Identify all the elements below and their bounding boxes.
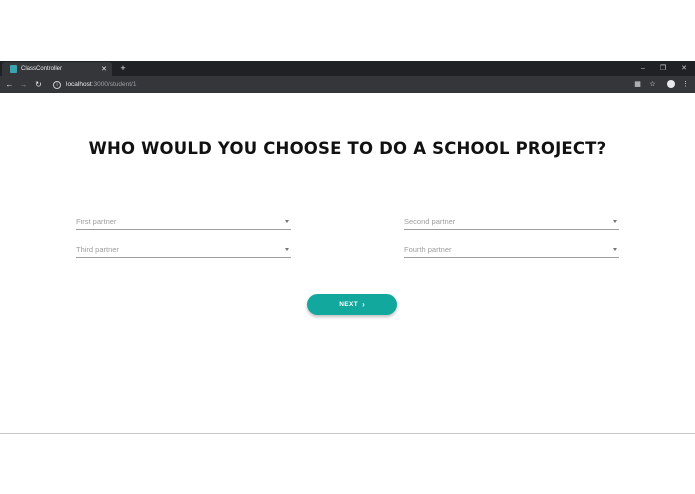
back-arrow-icon[interactable]: ← bbox=[3, 78, 16, 91]
dropdown-arrow-icon bbox=[613, 220, 617, 223]
second-partner-placeholder: Second partner bbox=[404, 217, 456, 226]
next-button[interactable]: NEXT › bbox=[307, 294, 397, 315]
close-tab-icon[interactable]: ✕ bbox=[99, 65, 109, 73]
page-title: WHO WOULD YOU CHOOSE TO DO A SCHOOL PROJ… bbox=[88, 139, 607, 158]
url-path: :3000/student/1 bbox=[91, 81, 137, 88]
window-close-icon[interactable]: ✕ bbox=[674, 61, 694, 76]
dropdown-arrow-icon bbox=[285, 248, 289, 251]
address-bar[interactable]: i localhost:3000/student/1 bbox=[50, 78, 625, 91]
translate-icon[interactable]: ▦ bbox=[631, 78, 644, 91]
forward-arrow-icon[interactable]: → bbox=[17, 78, 30, 91]
browser-toolbar: ← → ↻ i localhost:3000/student/1 ▦ ☆ ⋮ bbox=[0, 76, 695, 93]
next-button-label: NEXT bbox=[339, 301, 359, 308]
browser-tab[interactable]: ClassController ✕ bbox=[2, 62, 112, 76]
dropdown-arrow-icon bbox=[613, 248, 617, 251]
url-text: localhost:3000/student/1 bbox=[66, 81, 136, 88]
restore-icon[interactable]: ❐ bbox=[653, 61, 673, 76]
app-favicon-icon bbox=[10, 65, 17, 73]
dropdown-arrow-icon bbox=[285, 220, 289, 223]
reload-icon[interactable]: ↻ bbox=[32, 78, 45, 91]
bookmark-star-icon[interactable]: ☆ bbox=[646, 78, 659, 91]
tab-title: ClassController bbox=[21, 66, 63, 72]
fourth-partner-placeholder: Fourth partner bbox=[404, 245, 452, 254]
browser-menu-icon[interactable]: ⋮ bbox=[679, 78, 692, 91]
second-partner-select[interactable]: Second partner bbox=[404, 214, 619, 230]
chevron-right-icon: › bbox=[362, 300, 365, 309]
first-partner-select[interactable]: First partner bbox=[76, 214, 291, 230]
third-partner-select[interactable]: Third partner bbox=[76, 242, 291, 258]
third-partner-placeholder: Third partner bbox=[76, 245, 119, 254]
browser-tab-bar: ClassController ✕ + – ❐ ✕ bbox=[0, 61, 695, 76]
footer-divider bbox=[0, 433, 695, 434]
new-tab-button[interactable]: + bbox=[117, 61, 129, 76]
minimize-icon[interactable]: – bbox=[633, 61, 653, 76]
site-info-icon[interactable]: i bbox=[53, 80, 61, 89]
fourth-partner-select[interactable]: Fourth partner bbox=[404, 242, 619, 258]
first-partner-placeholder: First partner bbox=[76, 217, 117, 226]
url-host: localhost bbox=[66, 81, 92, 88]
profile-avatar-icon[interactable] bbox=[664, 78, 677, 91]
